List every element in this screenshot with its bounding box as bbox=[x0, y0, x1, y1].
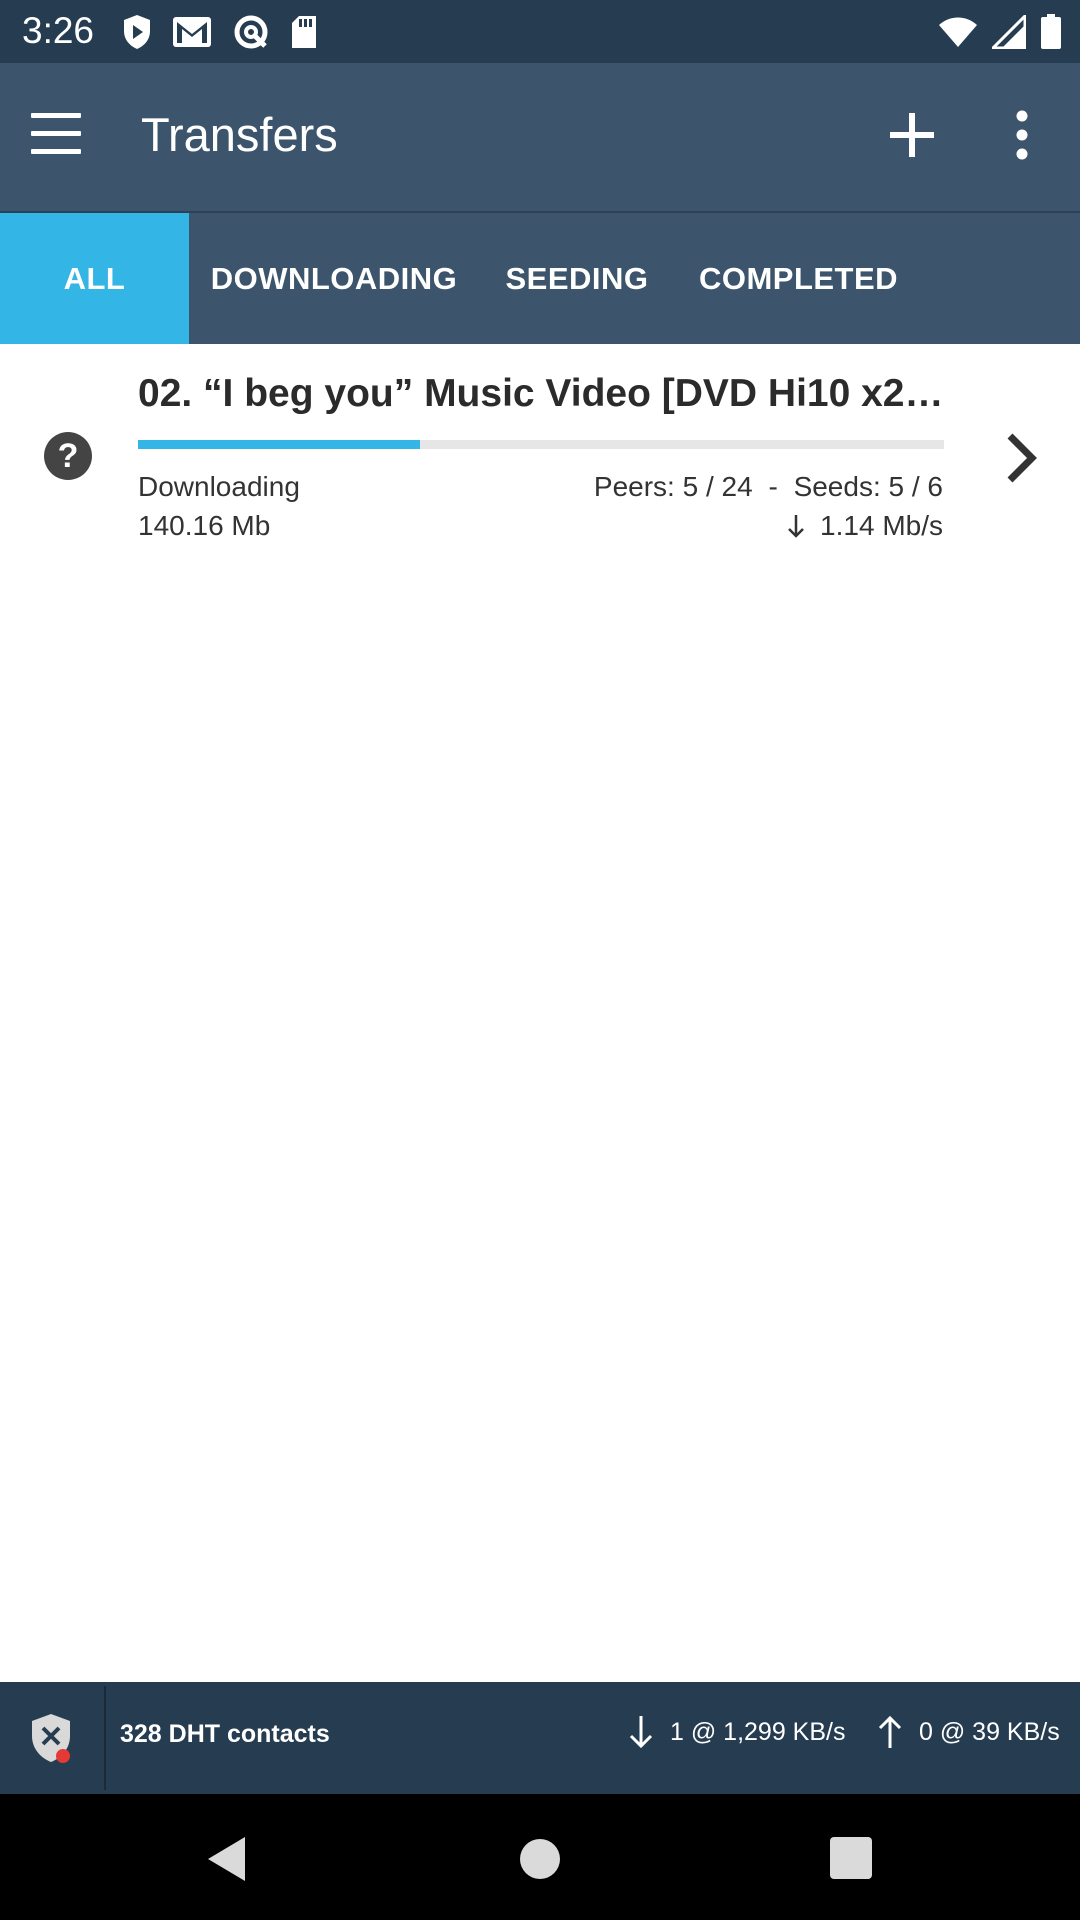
tab-seeding[interactable]: SEEDING bbox=[479, 213, 675, 344]
chevron-right-icon bbox=[1007, 433, 1037, 483]
download-speed: 1.14 Mb/s bbox=[820, 510, 943, 541]
nav-back-button[interactable] bbox=[205, 1834, 249, 1884]
footer-download-stats: 1 @ 1,299 KB/s bbox=[628, 1714, 845, 1750]
sync-icon bbox=[234, 15, 268, 49]
question-icon[interactable]: ? bbox=[44, 432, 92, 480]
dht-contacts: 328 DHT contacts bbox=[120, 1720, 330, 1748]
tab-completed[interactable]: COMPLETED bbox=[675, 213, 922, 344]
nav-recents-button[interactable] bbox=[830, 1837, 872, 1879]
peers-count: Peers: 5 / 24 bbox=[593, 471, 753, 502]
app-bar: Transfers bbox=[0, 63, 1080, 213]
footer-status-bar: 328 DHT contacts 1 @ 1,299 KB/s 0 @ 39 K… bbox=[0, 1682, 1080, 1794]
page-title: Transfers bbox=[141, 108, 338, 161]
more-vert-icon bbox=[1016, 110, 1028, 160]
tab-label: ALL bbox=[63, 260, 126, 296]
status-time: 3:26 bbox=[22, 10, 95, 51]
tab-label: COMPLETED bbox=[698, 260, 899, 296]
arrow-down-icon bbox=[629, 1716, 653, 1749]
transfer-list-item[interactable]: ? 02. “I beg you” Music Video [DVD Hi10 … bbox=[0, 344, 1080, 569]
notification-icons bbox=[122, 10, 318, 54]
tab-downloading[interactable]: DOWNLOADING bbox=[189, 213, 479, 344]
peers-separator: - bbox=[768, 471, 778, 502]
download-stats-text: 1 @ 1,299 KB/s bbox=[670, 1717, 846, 1746]
tab-label: SEEDING bbox=[505, 260, 649, 296]
sd-card-icon bbox=[292, 16, 316, 48]
back-triangle-icon bbox=[208, 1837, 245, 1881]
status-bar: 3:26 bbox=[0, 0, 1080, 63]
footer-divider bbox=[104, 1686, 106, 1790]
more-options-button[interactable] bbox=[1000, 109, 1044, 161]
transfer-status: Downloading bbox=[138, 471, 300, 502]
nav-home-button[interactable] bbox=[520, 1839, 560, 1879]
arrow-up-icon bbox=[878, 1715, 902, 1748]
play-protect-icon bbox=[124, 15, 150, 49]
tab-bar: ALL DOWNLOADING SEEDING COMPLETED bbox=[0, 213, 1080, 344]
transfers-list-empty-area bbox=[0, 566, 1080, 1682]
add-transfer-button[interactable] bbox=[884, 107, 940, 163]
upload-stats-text: 0 @ 39 KB/s bbox=[919, 1717, 1060, 1746]
menu-button[interactable] bbox=[28, 109, 86, 159]
gmail-icon bbox=[173, 17, 211, 47]
transfer-progress-bar bbox=[138, 440, 944, 449]
footer-upload-stats: 0 @ 39 KB/s bbox=[877, 1714, 1060, 1750]
seeds-count: Seeds: 5 / 6 bbox=[793, 471, 943, 502]
system-navigation-bar bbox=[0, 1794, 1080, 1920]
transfer-details-button[interactable] bbox=[1002, 430, 1042, 486]
vpn-shield-icon[interactable] bbox=[30, 1712, 76, 1764]
tab-label: DOWNLOADING bbox=[210, 260, 458, 296]
transfer-size: 140.16 Mb bbox=[138, 510, 271, 541]
system-icons bbox=[938, 10, 1062, 54]
arrow-down-icon bbox=[788, 515, 804, 538]
transfer-name: 02. “I beg you” Music Video [DVD Hi10 x2… bbox=[138, 372, 948, 415]
signal-icon bbox=[992, 15, 1026, 49]
battery-icon bbox=[1041, 14, 1061, 49]
transfer-peers-seeds: Peers: 5 / 24 - Seeds: 5 / 6 bbox=[594, 471, 943, 503]
plus-icon bbox=[890, 113, 934, 157]
wifi-icon bbox=[939, 17, 977, 47]
transfer-speed: 1.14 Mb/s bbox=[786, 510, 943, 542]
tab-all[interactable]: ALL bbox=[0, 213, 189, 344]
progress-fill bbox=[138, 440, 421, 449]
